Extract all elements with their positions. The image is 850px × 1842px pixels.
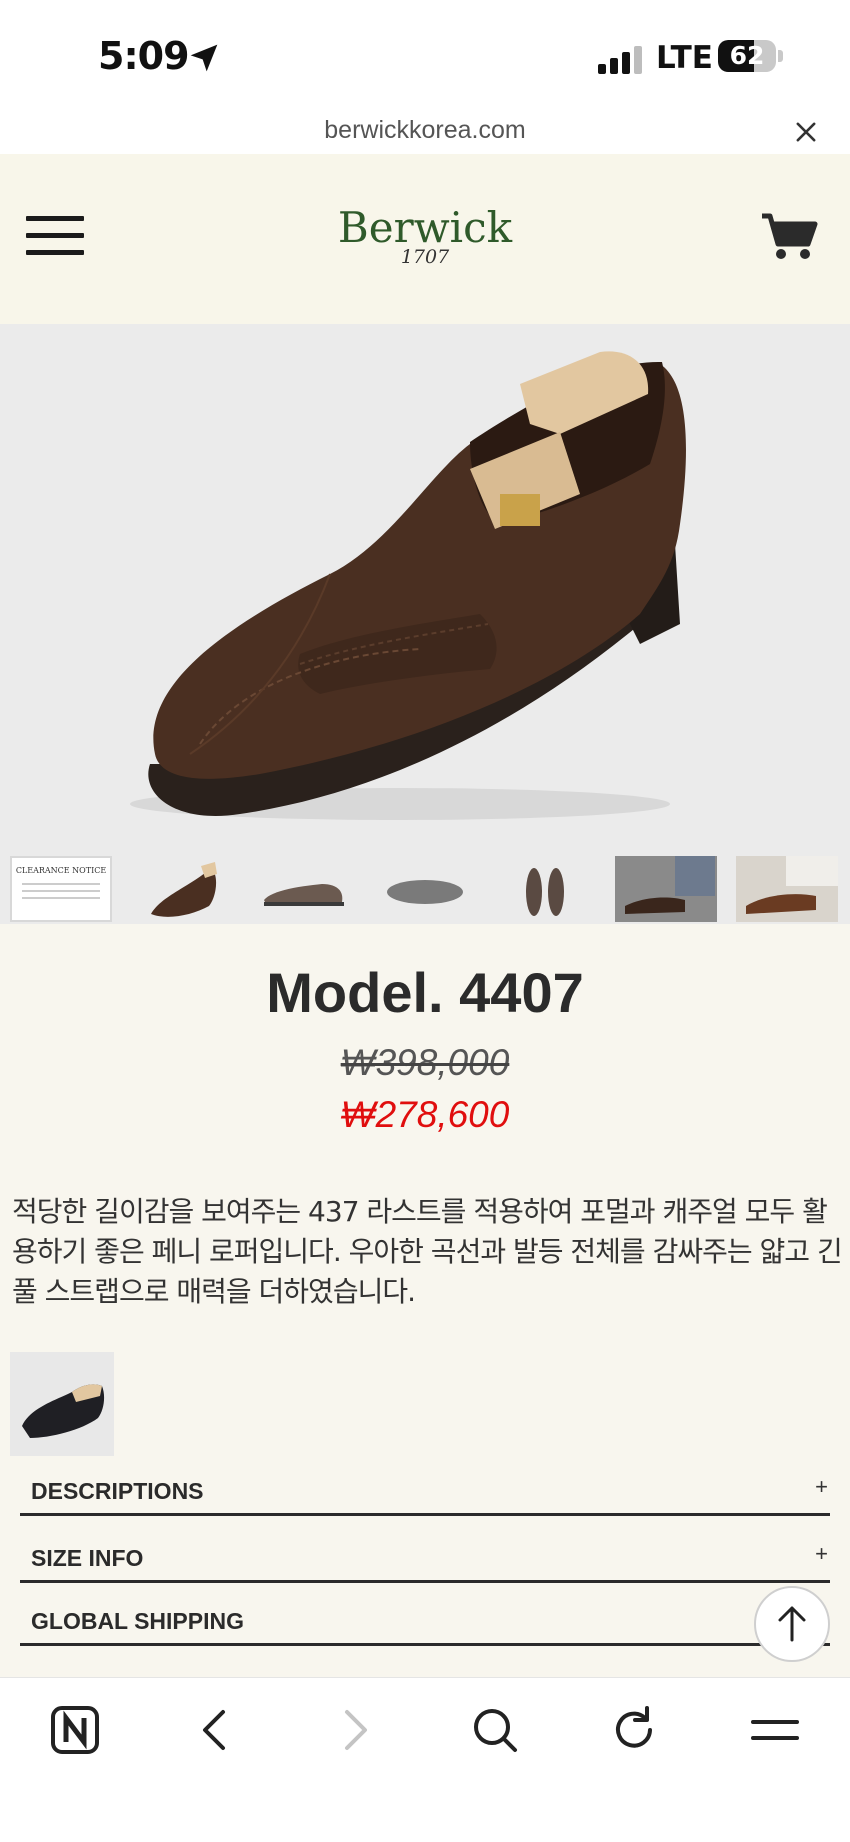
status-bar: 5:09 LTE 62 [0, 0, 850, 110]
arrow-up-icon [778, 1606, 806, 1642]
reload-icon[interactable] [605, 1700, 665, 1760]
plus-icon: + [815, 1541, 828, 1566]
menu-icon[interactable] [745, 1700, 805, 1760]
suede-loafer-illustration [130, 351, 686, 820]
color-variant-black-loafer[interactable] [10, 1352, 114, 1456]
shopping-cart-icon[interactable] [760, 210, 818, 262]
site-header: Berwick 1707 [0, 154, 850, 324]
forward-icon[interactable] [325, 1700, 385, 1760]
hamburger-menu-icon[interactable] [26, 216, 84, 256]
location-arrow-icon [190, 44, 218, 72]
thumbnail-shoe-side[interactable] [252, 856, 354, 922]
thumbnail-shoe-pair[interactable] [494, 856, 596, 922]
close-icon[interactable] [792, 118, 820, 146]
thumbnail-strip: CLEARANCE NOTICE [0, 854, 850, 924]
thumbnail-lifestyle-1[interactable] [615, 856, 717, 922]
accordion-label: DESCRIPTIONS [31, 1478, 204, 1504]
product-title: Model. 4407 [266, 961, 584, 1024]
browser-url-bar[interactable]: berwickkorea.com [0, 110, 850, 154]
status-time: 5:09 [98, 34, 190, 78]
battery-icon: 62 [718, 40, 776, 72]
accordion-size-info[interactable]: SIZE INFO + [20, 1537, 830, 1583]
search-icon[interactable] [465, 1700, 525, 1760]
battery-level: 62 [729, 41, 765, 70]
plus-icon: + [815, 1474, 828, 1499]
accordion-descriptions[interactable]: DESCRIPTIONS + [20, 1470, 830, 1516]
logo-name: Berwick [337, 203, 513, 252]
cellular-signal-icon [598, 46, 642, 74]
accordion-label: SIZE INFO [31, 1545, 144, 1571]
network-type: LTE [656, 40, 713, 76]
product-description: 적당한 길이감을 보여주는 437 라스트를 적용하여 포멀과 캐주얼 모두 활… [12, 1195, 843, 1308]
thumbnail-shoe-angle[interactable] [131, 856, 233, 922]
url-text[interactable]: berwickkorea.com [0, 116, 850, 145]
back-icon[interactable] [185, 1700, 245, 1760]
naver-home-icon[interactable] [45, 1700, 105, 1760]
thumbnail-shoe-sole[interactable] [373, 856, 475, 922]
accordion-label: GLOBAL SHIPPING [31, 1608, 244, 1634]
brand-logo[interactable]: Berwick 1707 [325, 203, 525, 269]
sale-price: ₩278,600 [340, 1094, 510, 1135]
battery-cap [778, 50, 783, 62]
browser-toolbar [0, 1677, 850, 1842]
product-main-image[interactable] [0, 324, 850, 854]
original-price: ₩398,000 [0, 1042, 850, 1084]
thumbnail-clearance-notice[interactable]: CLEARANCE NOTICE [10, 856, 112, 922]
original-price-value: ₩398,000 [340, 1042, 510, 1083]
scroll-to-top-button[interactable] [754, 1586, 830, 1662]
accordion-global-shipping[interactable]: GLOBAL SHIPPING [20, 1600, 830, 1646]
thumbnail-notice-title: CLEARANCE NOTICE [15, 866, 107, 875]
thumbnail-lifestyle-2[interactable] [736, 856, 838, 922]
